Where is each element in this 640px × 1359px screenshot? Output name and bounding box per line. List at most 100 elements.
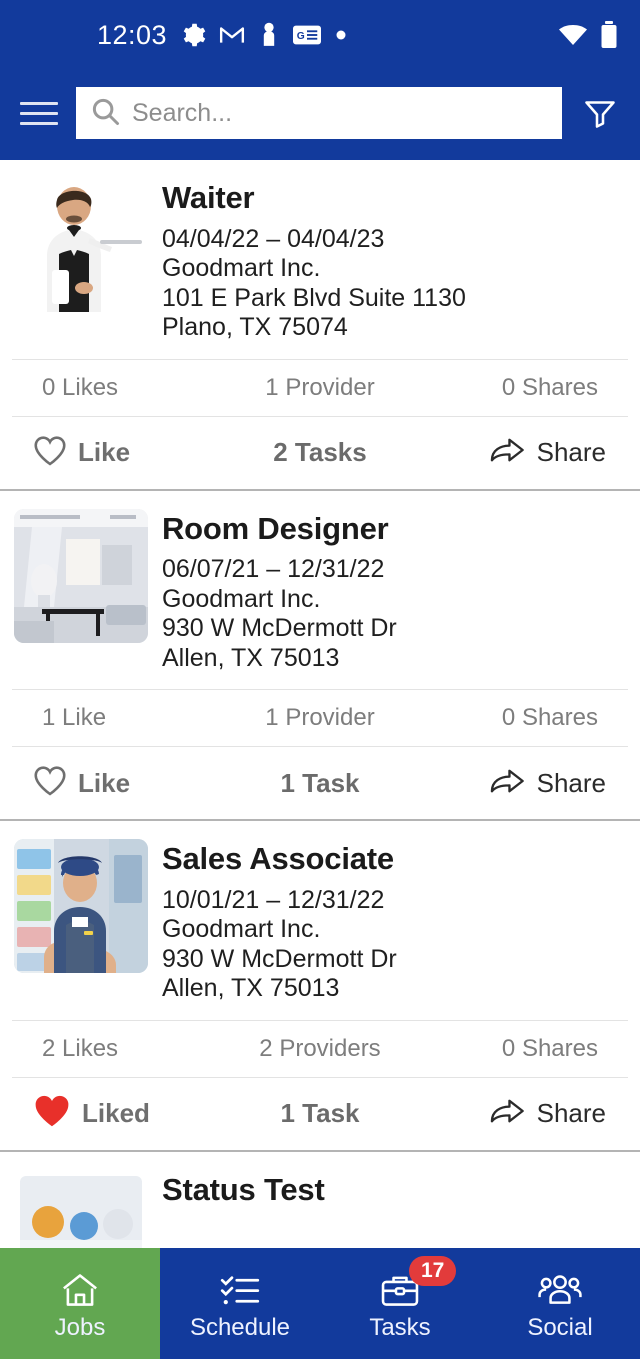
job-card-info: Room Designer 06/07/21 – 12/31/22 Goodma… <box>162 509 626 674</box>
job-company: Goodmart Inc. <box>162 915 321 944</box>
share-button[interactable]: Share <box>423 435 622 470</box>
shares-count: 0 Shares <box>501 1034 598 1062</box>
nav-tab-tasks[interactable]: 17 Tasks <box>320 1248 480 1359</box>
hamburger-menu-icon[interactable] <box>16 90 62 136</box>
checklist-icon <box>219 1266 261 1310</box>
share-button[interactable]: Share <box>423 766 622 801</box>
job-dates: 04/04/22 – 04/04/23 <box>162 224 385 253</box>
nav-tab-schedule[interactable]: Schedule <box>160 1248 320 1359</box>
tasks-button[interactable]: 2 Tasks <box>217 437 422 468</box>
like-button[interactable]: Liked <box>18 1093 217 1134</box>
job-stats-row: 1 Like 1 Provider 0 Shares <box>12 689 628 748</box>
likes-count: 0 Likes <box>42 373 119 401</box>
share-arrow-icon <box>489 1096 527 1131</box>
share-arrow-icon <box>489 435 527 470</box>
job-action-row: Like 1 Task Share <box>0 747 640 819</box>
job-thumbnail-sales <box>14 839 148 974</box>
like-label: Like <box>78 437 131 468</box>
nav-tab-social[interactable]: Social <box>480 1248 640 1359</box>
status-bar: 12:03 G <box>0 0 640 70</box>
job-title: Waiter <box>162 180 255 215</box>
job-company: Goodmart Inc. <box>162 254 321 283</box>
tasks-button[interactable]: 1 Task <box>217 768 422 799</box>
tasks-label: 1 Task <box>280 767 360 798</box>
svg-text:G: G <box>297 31 305 42</box>
heart-filled-icon <box>32 1093 72 1134</box>
tasks-button[interactable]: 1 Task <box>217 1098 422 1129</box>
job-title: Room Designer <box>162 510 389 546</box>
wifi-icon <box>558 23 588 47</box>
job-stats-row: 2 Likes 2 Providers 0 Shares <box>12 1019 628 1078</box>
heart-outline-icon <box>32 434 68 472</box>
like-label: Liked <box>82 1098 150 1129</box>
job-company: Goodmart Inc. <box>162 584 321 613</box>
share-button[interactable]: Share <box>423 1096 622 1131</box>
job-street: 930 W McDermott Dr <box>162 944 397 973</box>
job-action-row: Liked 1 Task Share <box>0 1078 640 1150</box>
status-bar-right <box>558 21 618 49</box>
job-card-header: Waiter 04/04/22 – 04/04/23 Goodmart Inc.… <box>0 160 640 353</box>
shares-count: 0 Shares <box>501 373 598 401</box>
gear-icon <box>180 22 206 48</box>
job-card[interactable]: Waiter 04/04/22 – 04/04/23 Goodmart Inc.… <box>0 160 640 491</box>
nav-label-schedule: Schedule <box>189 1313 291 1341</box>
job-city: Allen, TX 75013 <box>162 974 340 1003</box>
bottom-navigation: Jobs Schedule 17 Tasks Social <box>0 1248 640 1359</box>
job-card[interactable]: Room Designer 06/07/21 – 12/31/22 Goodma… <box>0 490 640 822</box>
search-icon <box>90 96 120 131</box>
tasks-label: 2 Tasks <box>273 437 367 468</box>
people-group-icon <box>538 1266 582 1310</box>
likes-count: 2 Likes <box>42 1034 119 1062</box>
share-label: Share <box>536 437 606 468</box>
nav-tab-jobs[interactable]: Jobs <box>0 1248 160 1359</box>
job-action-row: Like 2 Tasks Share <box>0 417 640 489</box>
share-label: Share <box>536 1098 606 1129</box>
job-title: Sales Associate <box>162 841 394 877</box>
job-street: 101 E Park Blvd Suite 1130 <box>162 283 466 312</box>
app-header: 12:03 G Search... <box>0 0 640 160</box>
like-label: Like <box>78 767 131 798</box>
job-thumbnail-waiter <box>14 178 148 312</box>
share-label: Share <box>536 767 606 798</box>
dot-icon <box>334 28 348 42</box>
person-icon <box>258 22 280 48</box>
job-card[interactable]: Sales Associate 10/01/21 – 12/31/22 Good… <box>0 821 640 1152</box>
heart-outline-icon <box>32 764 68 802</box>
job-title: Status Test <box>162 1171 325 1207</box>
search-input[interactable]: Search... <box>76 87 562 139</box>
like-button[interactable]: Like <box>18 434 217 472</box>
nav-label-social: Social <box>527 1313 593 1341</box>
likes-count: 1 Like <box>42 704 107 732</box>
nav-label-tasks: Tasks <box>369 1313 431 1341</box>
app-screen: 12:03 G Search... Waiter 04/04/22 – 04/0… <box>0 0 640 1359</box>
jobs-feed[interactable]: Waiter 04/04/22 – 04/04/23 Goodmart Inc.… <box>0 160 640 1359</box>
google-news-icon: G <box>293 24 322 46</box>
status-bar-left: 12:03 G <box>97 19 348 50</box>
tasks-badge: 17 <box>409 1255 457 1286</box>
nav-label-jobs: Jobs <box>54 1313 106 1341</box>
home-icon <box>59 1266 101 1310</box>
gmail-icon <box>219 22 245 48</box>
job-stats-row: 0 Likes 1 Provider 0 Shares <box>12 358 628 417</box>
job-city: Plano, TX 75074 <box>162 313 348 342</box>
battery-icon <box>600 21 618 49</box>
job-street: 930 W McDermott Dr <box>162 614 397 643</box>
job-card-info: Waiter 04/04/22 – 04/04/23 Goodmart Inc.… <box>162 178 626 343</box>
job-card-info: Sales Associate 10/01/21 – 12/31/22 Good… <box>162 839 626 1004</box>
tasks-label: 1 Task <box>280 1098 360 1129</box>
briefcase-icon: 17 <box>379 1255 457 1310</box>
providers-count: 1 Provider <box>265 373 375 401</box>
job-card-header: Room Designer 06/07/21 – 12/31/22 Goodma… <box>0 491 640 684</box>
job-card-header: Sales Associate 10/01/21 – 12/31/22 Good… <box>0 821 640 1014</box>
job-dates: 06/07/21 – 12/31/22 <box>162 555 385 584</box>
job-thumbnail-room <box>14 508 148 643</box>
job-dates: 10/01/21 – 12/31/22 <box>162 885 385 914</box>
status-bar-clock: 12:03 <box>97 19 168 50</box>
job-city: Allen, TX 75013 <box>162 643 340 672</box>
filter-funnel-icon[interactable] <box>576 89 624 137</box>
like-button[interactable]: Like <box>18 764 217 802</box>
providers-count: 2 Providers <box>259 1034 381 1062</box>
share-arrow-icon <box>489 766 527 801</box>
providers-count: 1 Provider <box>265 704 375 732</box>
search-placeholder-text: Search... <box>132 98 233 127</box>
